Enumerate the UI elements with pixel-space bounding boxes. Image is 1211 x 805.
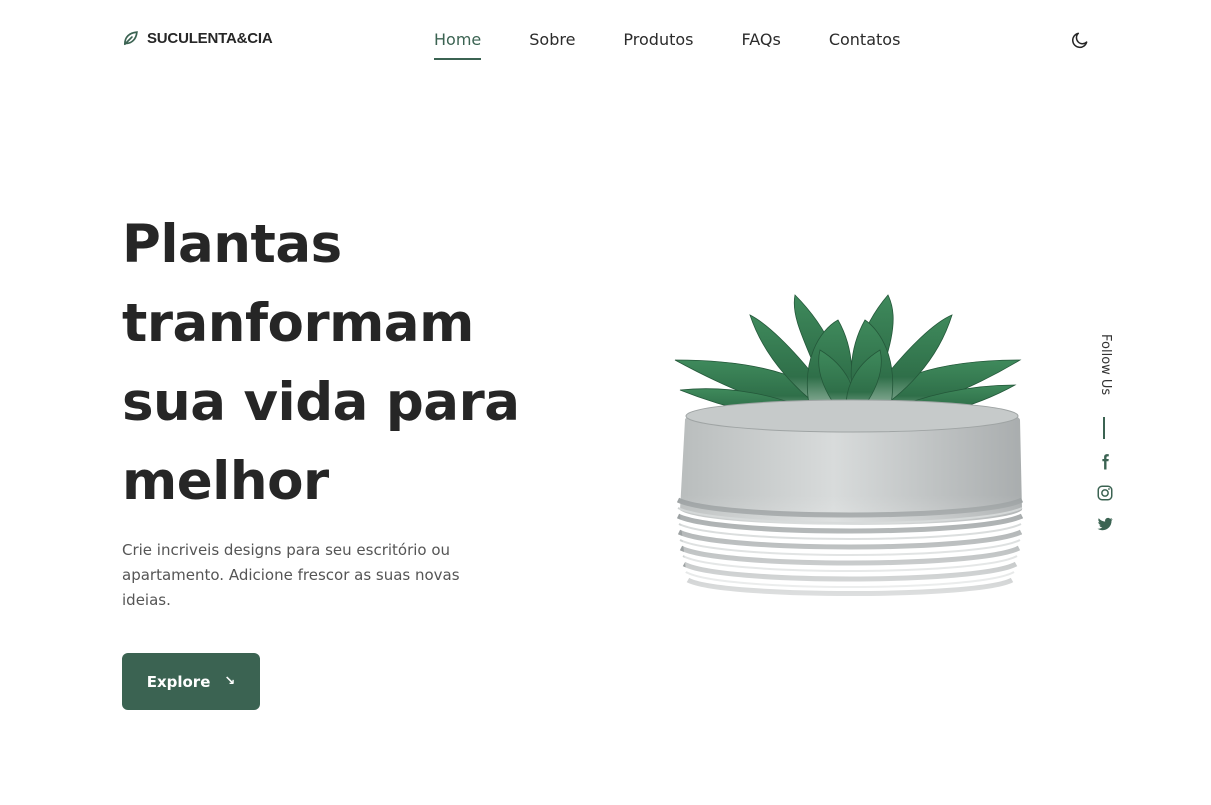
nav-item-produtos[interactable]: Produtos bbox=[623, 30, 693, 50]
nav-item-sobre[interactable]: Sobre bbox=[529, 30, 575, 50]
instagram-icon[interactable] bbox=[1096, 484, 1114, 502]
explore-button-label: Explore bbox=[146, 672, 211, 691]
moon-icon[interactable] bbox=[1070, 30, 1090, 50]
hero-title: Plantas tranformam sua vida para melhor bbox=[122, 214, 520, 512]
nav-item-contatos[interactable]: Contatos bbox=[829, 30, 901, 50]
nav-item-faqs[interactable]: FAQs bbox=[742, 30, 781, 50]
header: SUCULENTA&CIA Home Sobre Produtos FAQs C… bbox=[0, 0, 1211, 80]
brand-name: SUCULENTA&CIA bbox=[147, 30, 273, 47]
succulent-pot-image bbox=[674, 294, 1024, 625]
arrow-down-right-icon: ↘ bbox=[224, 674, 236, 689]
brand-logo[interactable]: SUCULENTA&CIA bbox=[122, 30, 273, 47]
nav-item-home[interactable]: Home bbox=[434, 30, 482, 60]
leaf-icon bbox=[123, 31, 138, 46]
explore-button[interactable]: Explore ↘ bbox=[122, 653, 260, 710]
hero-description: Crie incriveis designs para seu escritór… bbox=[122, 541, 460, 609]
follow-us-label: Follow Us bbox=[1098, 334, 1113, 396]
facebook-icon[interactable] bbox=[1096, 453, 1114, 471]
follow-divider bbox=[1103, 417, 1105, 439]
main-nav: Home Sobre Produtos FAQs Contatos bbox=[434, 30, 901, 60]
page: SUCULENTA&CIA Home Sobre Produtos FAQs C… bbox=[0, 0, 1211, 805]
twitter-icon[interactable] bbox=[1096, 515, 1114, 533]
